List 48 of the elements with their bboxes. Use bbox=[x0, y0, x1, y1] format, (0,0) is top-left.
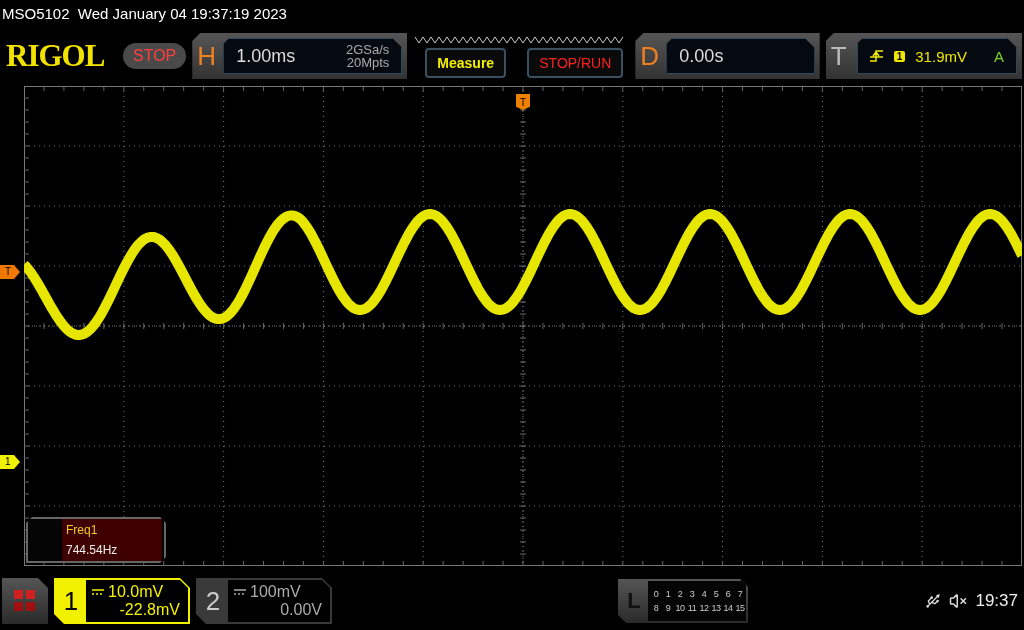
logo: RIGOL bbox=[6, 38, 106, 74]
logic-bit: 7 bbox=[736, 589, 744, 599]
logic-bit: 8 bbox=[652, 603, 660, 613]
logic-bit: 5 bbox=[712, 589, 720, 599]
logic-bit: 3 bbox=[688, 589, 696, 599]
trigger-panel[interactable]: T 1 31.9mV A bbox=[825, 33, 1022, 79]
logic-bit: 15 bbox=[734, 603, 746, 613]
channel-panel[interactable]: 1 10.0mV -22.8mV bbox=[54, 578, 190, 624]
logic-bit: 1 bbox=[664, 589, 672, 599]
run-state-indicator: STOP bbox=[122, 43, 187, 69]
trigger-level-marker[interactable]: T bbox=[0, 265, 20, 279]
logic-bit: 11 bbox=[686, 603, 698, 613]
rising-edge-icon bbox=[869, 49, 884, 63]
channel-panel[interactable]: 2 100mV 0.00V bbox=[196, 578, 332, 624]
channel-number: 2 bbox=[204, 585, 222, 617]
measurement-name: Freq1 bbox=[66, 523, 99, 537]
logic-bit: 14 bbox=[722, 603, 734, 613]
trigger-position-marker[interactable]: T bbox=[516, 94, 530, 110]
measurement-value: 744.54Hz bbox=[66, 543, 119, 557]
logic-bit: 2 bbox=[676, 589, 684, 599]
channel-offset: -22.8mV bbox=[119, 601, 180, 619]
delay-panel[interactable]: D 0.00s bbox=[635, 33, 820, 79]
status-line: MSO5102 Wed January 04 19:37:19 2023 bbox=[1, 4, 288, 24]
logic-bit: 0 bbox=[652, 589, 660, 599]
channel-number: 1 bbox=[62, 585, 80, 617]
measure-button[interactable]: Measure bbox=[425, 47, 507, 78]
trigger-mode: A bbox=[993, 47, 1004, 65]
logic-bit: 4 bbox=[700, 589, 708, 599]
usb-icon bbox=[925, 593, 942, 609]
grid-icon bbox=[14, 590, 36, 612]
dc-coupling-icon bbox=[234, 589, 246, 595]
channel-marker[interactable]: 1 bbox=[0, 455, 20, 469]
stop-run-button[interactable]: STOP/RUN bbox=[527, 47, 624, 78]
channel-scale: 100mV bbox=[250, 583, 301, 601]
trigger-source-badge: 1 bbox=[893, 50, 906, 62]
logic-bit: 6 bbox=[724, 589, 732, 599]
trigger-level: 31.9mV bbox=[915, 47, 967, 65]
horizontal-panel[interactable]: H 1.00ms 2GSa/s 20Mpts bbox=[192, 33, 408, 79]
logic-bit: 10 bbox=[674, 603, 686, 613]
channel-scale: 10.0mV bbox=[108, 583, 164, 601]
logic-bit: 12 bbox=[698, 603, 710, 613]
menu-button[interactable] bbox=[2, 578, 48, 624]
logic-bit: 13 bbox=[710, 603, 722, 613]
logic-bit: 9 bbox=[664, 603, 672, 613]
dc-coupling-icon bbox=[92, 589, 104, 595]
channel-offset: 0.00V bbox=[280, 601, 322, 619]
clock: 19:37 bbox=[975, 591, 1018, 611]
mute-icon bbox=[949, 592, 968, 610]
